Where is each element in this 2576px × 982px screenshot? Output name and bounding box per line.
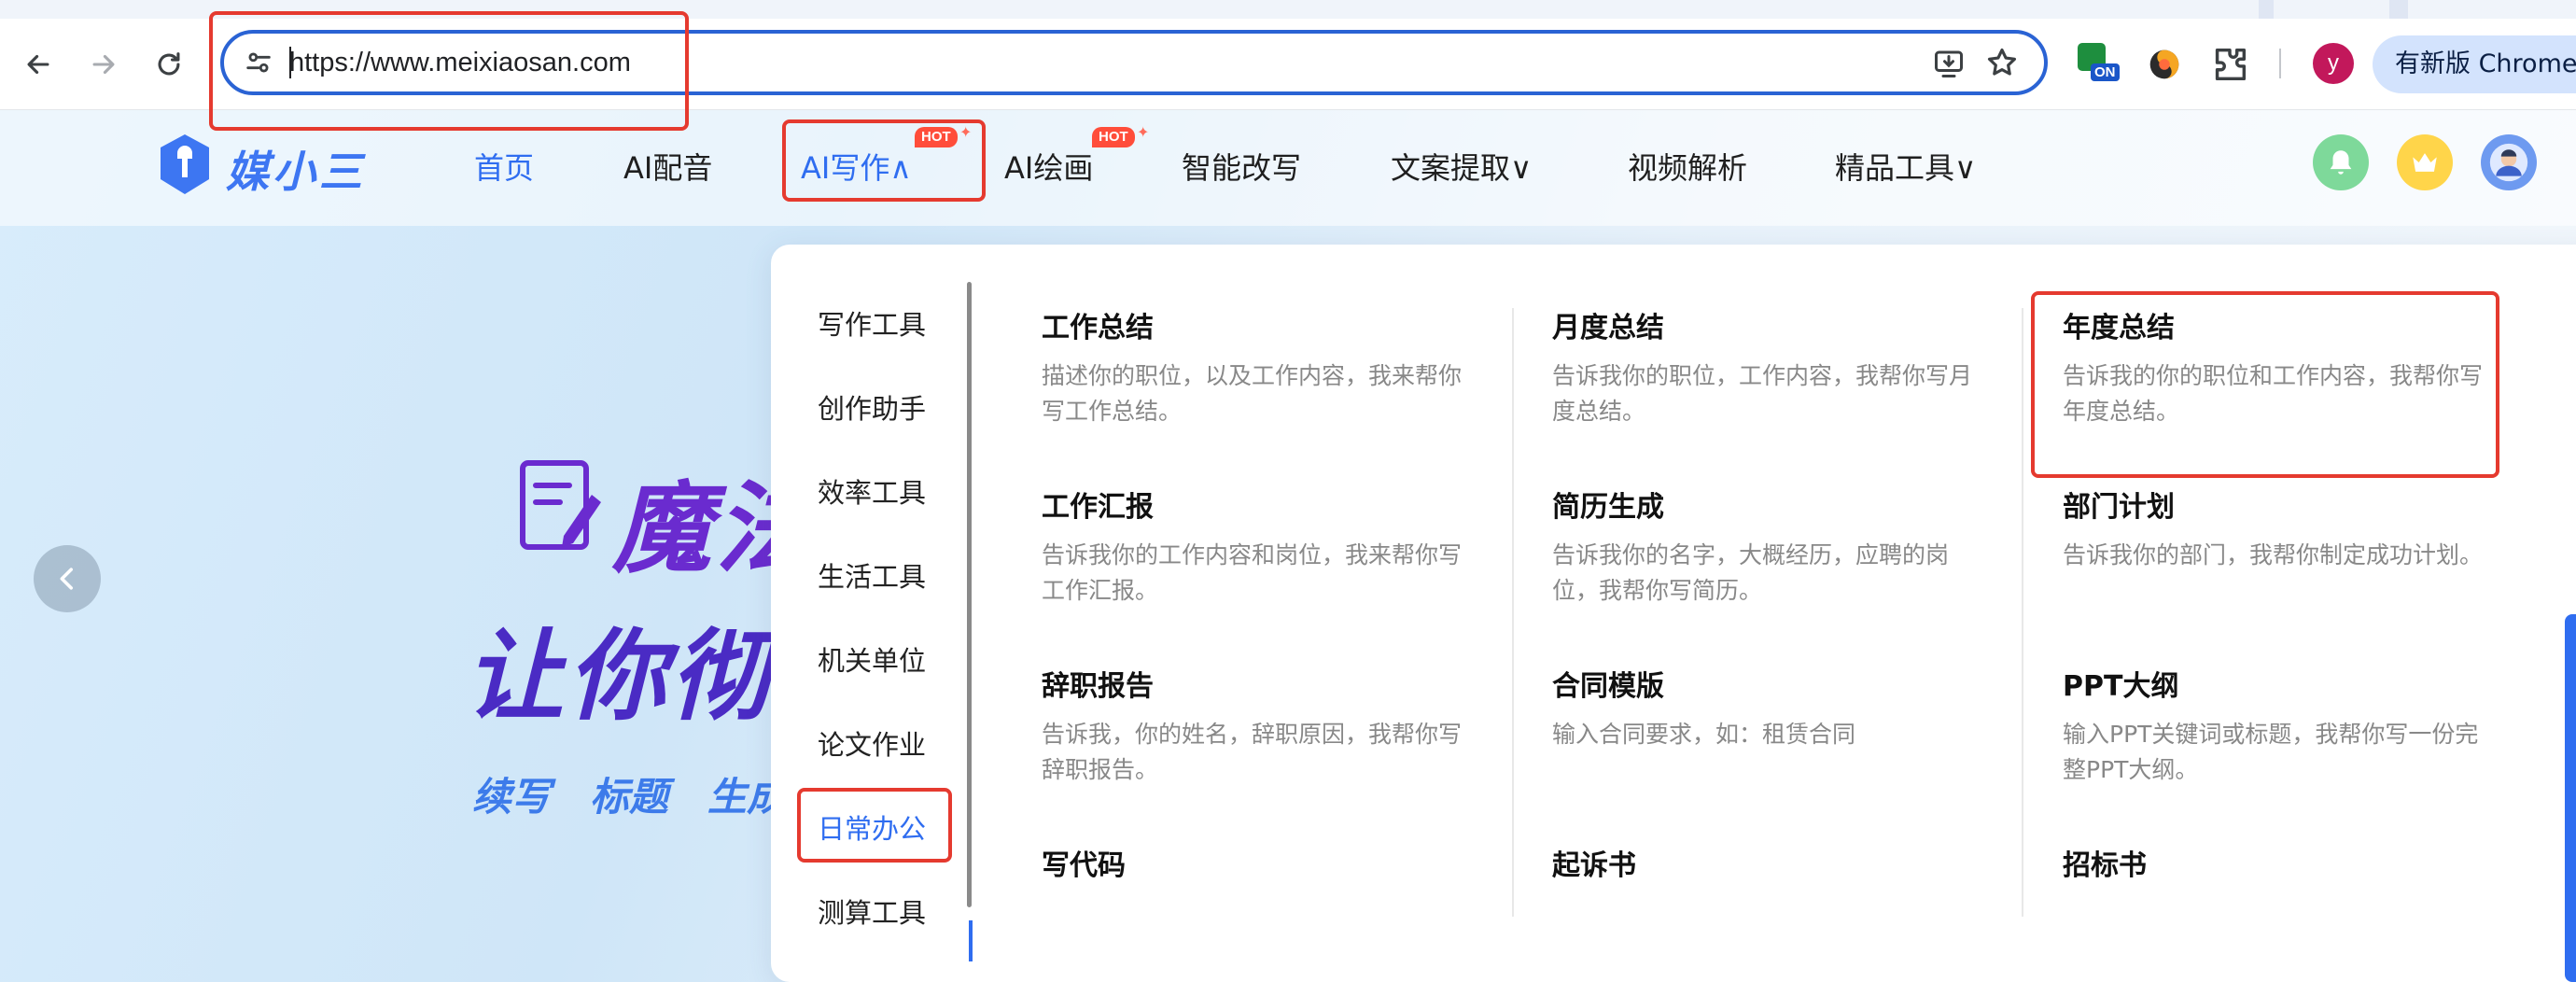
puzzle-icon (2215, 48, 2247, 81)
tool-card-contract[interactable]: 合同模版 输入合同要求，如：租赁合同 (1552, 668, 2056, 836)
nav-copy-extract[interactable]: 文案提取∨ (1391, 147, 1532, 189)
swirl-icon (2149, 49, 2179, 79)
highlight-annual-summary (2031, 291, 2499, 478)
card-title: 月度总结 (1552, 312, 1664, 344)
sparkle-icon: ✦ (1137, 123, 1150, 141)
nav-premium-tools[interactable]: 精品工具∨ (1835, 147, 1976, 189)
tool-card-resume[interactable]: 简历生成 告诉我你的名字，大概经历，应聘的岗位，我帮你写简历。 (1552, 489, 2056, 657)
card-title: 辞职报告 (1042, 670, 1154, 703)
forward-button[interactable] (80, 41, 127, 88)
tool-card-indictment[interactable]: 起诉书 (1552, 848, 2056, 941)
hero-document-icon (520, 460, 601, 550)
tool-card-work-summary[interactable]: 工作总结 描述你的职位，以及工作内容，我来帮你写工作总结。 (1042, 310, 1546, 478)
side-panel-tab[interactable] (2565, 614, 2576, 982)
card-description: 告诉我，你的姓名，辞职原因，我帮你写辞职报告。 (1042, 721, 1463, 783)
category-scrollbar[interactable] (967, 282, 972, 907)
vip-crown-button[interactable] (2397, 134, 2453, 190)
tool-card-resignation[interactable]: 辞职报告 告诉我，你的姓名，辞职原因，我帮你写辞职报告。 (1042, 668, 1546, 836)
notification-bell-button[interactable] (2313, 134, 2369, 190)
category-government[interactable]: 机关单位 (818, 642, 926, 680)
card-title: 招标书 (2063, 849, 2147, 882)
card-description: 输入合同要求，如：租赁合同 (1552, 721, 1856, 748)
bell-icon (2330, 150, 2352, 175)
card-description: 告诉我你的名字，大概经历，应聘的岗位，我帮你写简历。 (1552, 541, 1950, 604)
site-logo-icon[interactable] (157, 133, 213, 196)
card-description: 描述你的职位，以及工作内容，我来帮你写工作总结。 (1042, 362, 1463, 425)
highlight-url (209, 11, 689, 131)
card-title: 起诉书 (1552, 849, 1636, 882)
tool-card-monthly-summary[interactable]: 月度总结 告诉我你的职位，工作内容，我帮你写月度总结。 (1552, 310, 2056, 478)
category-life-tools[interactable]: 生活工具 (818, 558, 926, 596)
tool-card-write-code[interactable]: 写代码 (1042, 848, 1546, 941)
hero-tag: 标题 (590, 774, 669, 820)
card-title: 工作总结 (1042, 312, 1154, 344)
nav-video-parse[interactable]: 视频解析 (1628, 147, 1747, 189)
tool-card-ppt-outline[interactable]: PPT大纲 输入PPT关键词或标题，我帮你写一份完整PPT大纲。 (2063, 668, 2567, 836)
profile-avatar[interactable]: y (2313, 43, 2354, 84)
reload-icon (158, 52, 180, 76)
tool-card-tender[interactable]: 招标书 (2063, 848, 2567, 941)
avatar-icon (2489, 143, 2528, 182)
hero-tag: 续写 (472, 774, 552, 820)
nav-ai-dubbing[interactable]: AI配音 (623, 147, 712, 189)
category-papers[interactable]: 论文作业 (818, 726, 926, 764)
highlight-ai-writing (782, 119, 986, 202)
tool-card-department-plan[interactable]: 部门计划 告诉我你的部门，我帮你制定成功计划。 (2063, 489, 2567, 657)
card-description: 告诉我你的工作内容和岗位，我来帮你写工作汇报。 (1042, 541, 1463, 604)
chrome-update-button[interactable]: 有新版 Chrome 可用 (2373, 35, 2576, 93)
card-description: 告诉我你的职位，工作内容，我帮你写月度总结。 (1552, 362, 1973, 425)
nav-home[interactable]: 首页 (474, 147, 534, 189)
web-page: 媒小三 首页 AI配音 AI写作∧ HOT ✦ AI绘画 HOT ✦ 智能改写 … (0, 110, 2576, 982)
category-creation-assistant[interactable]: 创作助手 (818, 390, 926, 428)
extension-on-button[interactable]: ON (2078, 43, 2121, 86)
card-title: 合同模版 (1552, 670, 1664, 703)
arrow-right-icon (92, 54, 115, 75)
card-description: 输入PPT关键词或标题，我帮你写一份完整PPT大纲。 (2063, 721, 2479, 783)
card-title: 部门计划 (2063, 491, 2175, 524)
extension-swirl-button[interactable] (2143, 43, 2186, 86)
card-title: PPT大纲 (2063, 670, 2179, 703)
bookmark-star-icon[interactable] (1984, 45, 2020, 80)
extension-badge: ON (2091, 63, 2120, 81)
tab-edge (2408, 0, 2576, 19)
extensions-menu-button[interactable] (2208, 43, 2251, 86)
card-title: 写代码 (1042, 849, 1126, 882)
arrow-left-icon (27, 54, 49, 75)
chevron-left-icon (60, 568, 74, 590)
carousel-prev-button[interactable] (34, 545, 101, 612)
category-writing-tools[interactable]: 写作工具 (818, 306, 926, 344)
reload-button[interactable] (146, 41, 192, 88)
install-app-icon[interactable] (1932, 47, 1966, 80)
highlight-daily-office (797, 788, 952, 863)
site-logo-text[interactable]: 媒小三 (226, 138, 366, 200)
toolbar-separator (2279, 49, 2281, 78)
hot-badge: HOT (1092, 127, 1135, 147)
category-fortune-tools[interactable]: 测算工具 (818, 894, 926, 932)
user-avatar[interactable] (2481, 134, 2537, 190)
category-list: 写作工具 创作助手 效率工具 生活工具 机关单位 论文作业 日常办公 测算工具 (771, 245, 976, 982)
card-title: 简历生成 (1552, 491, 1664, 524)
category-efficiency-tools[interactable]: 效率工具 (818, 474, 926, 512)
back-button[interactable] (15, 41, 62, 88)
active-category-indicator (969, 920, 973, 961)
card-description: 告诉我你的部门，我帮你制定成功计划。 (2063, 541, 2484, 568)
card-title: 工作汇报 (1042, 491, 1154, 524)
tool-card-work-report[interactable]: 工作汇报 告诉我你的工作内容和岗位，我来帮你写工作汇报。 (1042, 489, 1546, 657)
crown-icon (2413, 153, 2437, 172)
nav-ai-drawing[interactable]: AI绘画 (1004, 147, 1093, 189)
tab-edge (2274, 0, 2389, 19)
nav-smart-rewrite[interactable]: 智能改写 (1182, 147, 1301, 189)
